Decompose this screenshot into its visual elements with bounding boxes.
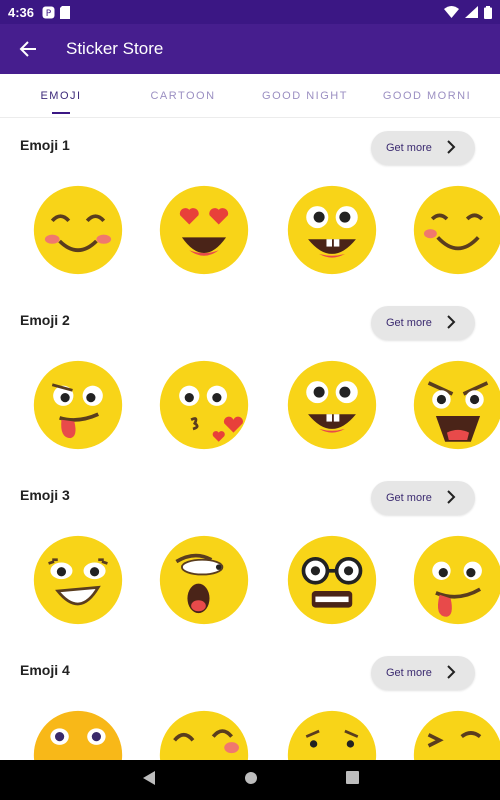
back-triangle-icon xyxy=(142,770,155,785)
sticker-row xyxy=(0,705,500,760)
back-arrow-icon xyxy=(19,41,36,57)
pack-title: Emoji 2 xyxy=(20,312,70,328)
sticker-worried[interactable] xyxy=(286,709,378,760)
sticker-kissing-heart[interactable] xyxy=(158,359,250,451)
sticker-nerd-grimace[interactable] xyxy=(286,534,378,626)
get-more-label: Get more xyxy=(386,492,432,504)
get-more-button[interactable]: Get more xyxy=(371,656,475,690)
chevron-right-icon xyxy=(447,490,456,504)
tab-label: GOOD NIGHT xyxy=(262,90,348,102)
tab-label: GOOD MORNI xyxy=(382,90,472,102)
tab-label: EMOJI xyxy=(40,90,82,102)
wifi-icon xyxy=(444,6,459,18)
sticker-pack-section: Emoji 1 Get more xyxy=(0,118,500,293)
signal-icon xyxy=(465,6,478,18)
sticker-winking-smile[interactable] xyxy=(412,184,500,276)
tab-cartoon[interactable]: CARTOON xyxy=(122,74,244,117)
app-bar: Sticker Store xyxy=(0,24,500,74)
get-more-label: Get more xyxy=(386,317,432,329)
sticker-list[interactable]: Emoji 1 Get more Emoji 2 Get more Emoji … xyxy=(0,118,500,760)
home-circle-icon xyxy=(244,771,257,784)
get-more-label: Get more xyxy=(386,667,432,679)
chevron-right-icon xyxy=(447,315,456,329)
status-bar: 4:36 P xyxy=(0,0,500,24)
sticker-goofy-grin[interactable] xyxy=(286,184,378,276)
sticker-tongue-out-wink[interactable] xyxy=(32,359,124,451)
sticker-angry-shout[interactable] xyxy=(412,359,500,451)
notification-icon: P xyxy=(42,6,55,19)
page-title: Sticker Store xyxy=(66,39,164,58)
svg-text:P: P xyxy=(46,9,52,19)
tab-label: CARTOON xyxy=(150,90,216,102)
pack-title: Emoji 4 xyxy=(20,662,70,678)
tab-good-night[interactable]: GOOD NIGHT xyxy=(244,74,366,117)
sim-icon xyxy=(60,5,71,19)
sticker-pack-section: Emoji 4 Get more xyxy=(0,643,500,760)
chevron-right-icon xyxy=(447,665,456,679)
category-tabs: EMOJI CARTOON GOOD NIGHT GOOD MORNI xyxy=(0,74,500,118)
nav-recents-button[interactable] xyxy=(345,771,359,789)
back-button[interactable] xyxy=(0,24,56,74)
pack-title: Emoji 1 xyxy=(20,137,70,153)
sticker-laughing[interactable] xyxy=(412,709,500,760)
sticker-row xyxy=(0,530,500,630)
sticker-tongue-out[interactable] xyxy=(412,534,500,626)
sticker-wide-eyes[interactable] xyxy=(32,709,124,760)
recents-square-icon xyxy=(345,771,359,784)
battery-icon xyxy=(484,5,492,19)
sticker-happy-closed-eyes[interactable] xyxy=(158,709,250,760)
nav-back-button[interactable] xyxy=(142,770,156,791)
nav-home-button[interactable] xyxy=(244,771,258,790)
pack-title: Emoji 3 xyxy=(20,487,70,503)
sticker-yawning[interactable] xyxy=(158,534,250,626)
sticker-row xyxy=(0,355,500,455)
sticker-pack-section: Emoji 3 Get more xyxy=(0,468,500,643)
get-more-label: Get more xyxy=(386,142,432,154)
sticker-lash-grin[interactable] xyxy=(32,534,124,626)
chevron-right-icon xyxy=(447,140,456,154)
status-time: 4:36 xyxy=(8,4,35,20)
sticker-blushing-smile[interactable] xyxy=(32,184,124,276)
get-more-button[interactable]: Get more xyxy=(371,481,475,515)
tab-good-morning[interactable]: GOOD MORNI xyxy=(366,74,488,117)
sticker-heart-eyes[interactable] xyxy=(158,184,250,276)
tab-emoji[interactable]: EMOJI xyxy=(0,74,122,117)
system-nav-bar xyxy=(0,760,500,800)
sticker-pack-section: Emoji 2 Get more xyxy=(0,293,500,468)
get-more-button[interactable]: Get more xyxy=(371,131,475,165)
get-more-button[interactable]: Get more xyxy=(371,306,475,340)
sticker-goofy-grin[interactable] xyxy=(286,359,378,451)
sticker-row xyxy=(0,180,500,280)
